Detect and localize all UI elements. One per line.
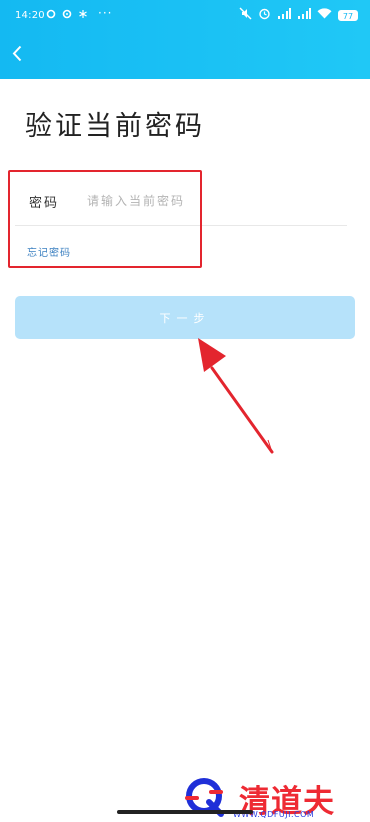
status-notification-icons xyxy=(46,9,88,19)
chevron-left-icon xyxy=(12,45,22,66)
wifi-icon xyxy=(317,8,332,22)
signal-icon xyxy=(297,7,311,23)
signal-icon xyxy=(277,7,291,23)
annotation-arrow-icon xyxy=(198,338,274,454)
status-right-icons: 77 xyxy=(239,7,358,23)
app-header: 14:20 ··· 77 xyxy=(0,0,370,79)
page-title: 验证当前密码 xyxy=(25,111,205,142)
home-indicator[interactable] xyxy=(117,810,253,814)
status-time: 14:20 xyxy=(15,10,45,21)
more-notifications-icon: ··· xyxy=(98,6,113,20)
settings-notification-icon xyxy=(46,9,56,19)
alarm-icon xyxy=(258,7,271,23)
watermark-logo: 清道夫 WWW.QDFUJI.COM xyxy=(183,776,363,822)
status-bar: 14:20 ··· 77 xyxy=(0,0,370,30)
mute-icon xyxy=(239,7,252,23)
next-step-button[interactable]: 下一步 xyxy=(15,296,355,339)
annotation-highlight-box xyxy=(8,170,202,268)
back-button[interactable] xyxy=(6,44,28,66)
settings-notification-icon xyxy=(62,9,72,19)
asterisk-notification-icon xyxy=(78,9,88,19)
battery-icon: 77 xyxy=(338,9,358,21)
